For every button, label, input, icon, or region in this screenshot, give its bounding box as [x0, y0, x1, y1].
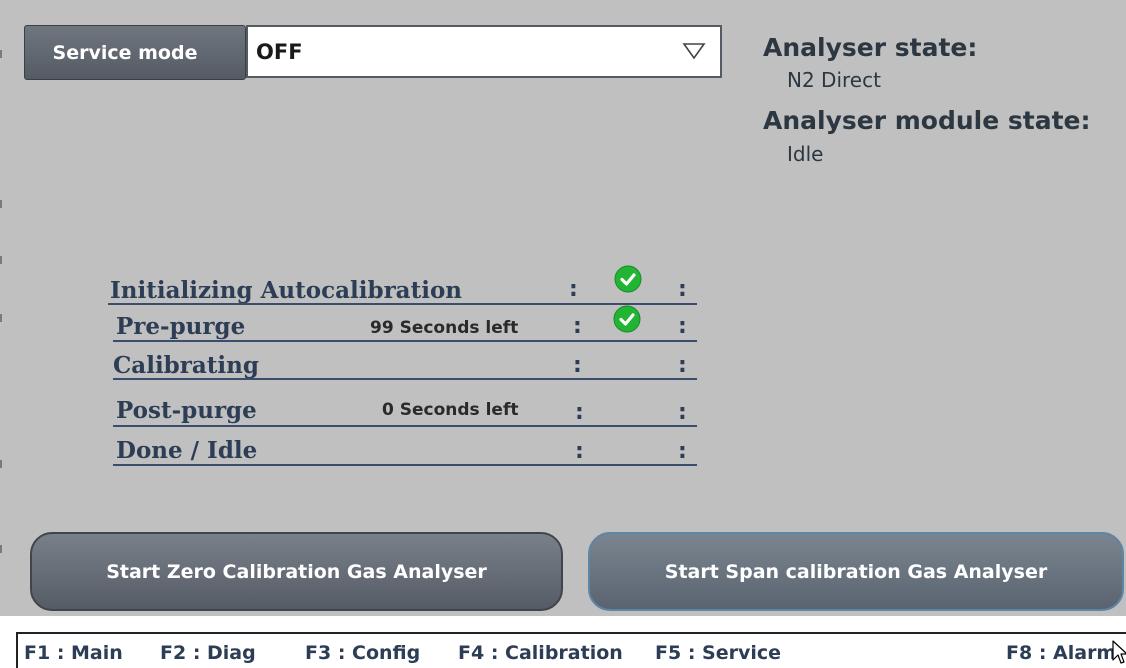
step-colon: : [573, 314, 582, 339]
start-span-calibration-button[interactable]: Start Span calibration Gas Analyser [588, 532, 1124, 611]
edge-mark [0, 545, 2, 553]
step-time-left: 0 Seconds left [382, 400, 519, 420]
step-label: Calibrating [113, 352, 259, 379]
step-underline [108, 303, 697, 305]
edge-mark [0, 256, 2, 264]
edge-mark [0, 460, 2, 468]
step-time-left: 99 Seconds left [370, 318, 519, 338]
function-bar-divider [16, 632, 18, 668]
mouse-pointer-icon [1112, 640, 1126, 664]
step-underline [113, 425, 697, 427]
step-label: Done / Idle [116, 437, 258, 464]
function-key-bar: F1 : Main F2 : Diag F3 : Config F4 : Cal… [0, 616, 1126, 668]
analyser-state-value: N2 Direct [787, 68, 881, 92]
step-label: Post-purge [116, 397, 257, 424]
step-colon: : [678, 314, 687, 339]
f2-diag-key[interactable]: F2 : Diag [160, 642, 256, 664]
step-label: Pre-purge [116, 313, 246, 340]
analyser-module-state-value: Idle [787, 142, 824, 166]
step-colon: : [678, 400, 687, 425]
function-bar-divider [16, 632, 1126, 634]
edge-mark [0, 314, 2, 322]
f1-main-key[interactable]: F1 : Main [24, 642, 123, 664]
step-underline [113, 378, 697, 380]
step-colon: : [569, 277, 578, 302]
check-circle-icon [613, 305, 641, 333]
hmi-screen: Service mode OFF Analyser state: N2 Dire… [0, 0, 1126, 616]
service-mode-value: OFF [256, 40, 303, 64]
check-circle-icon [614, 265, 642, 293]
f5-service-key[interactable]: F5 : Service [655, 642, 781, 664]
step-colon: : [575, 439, 584, 464]
edge-mark [0, 50, 2, 58]
step-underline [113, 340, 697, 342]
step-underline [113, 464, 697, 466]
step-colon: : [678, 353, 687, 378]
step-colon: : [678, 439, 687, 464]
analyser-state-title: Analyser state: [763, 33, 978, 62]
edge-mark [0, 200, 2, 208]
start-zero-calibration-button[interactable]: Start Zero Calibration Gas Analyser [30, 532, 563, 611]
step-colon: : [678, 277, 687, 302]
service-mode-label: Service mode [24, 25, 246, 80]
analyser-module-state-title: Analyser module state: [763, 106, 1091, 135]
f3-config-key[interactable]: F3 : Config [305, 642, 420, 664]
chevron-down-icon[interactable] [682, 41, 706, 61]
step-colon: : [573, 353, 582, 378]
service-mode-dropdown[interactable]: OFF [246, 25, 722, 78]
f4-calibration-key[interactable]: F4 : Calibration [458, 642, 623, 664]
step-label: Initializing Autocalibration [110, 277, 463, 304]
f8-alarm-key[interactable]: F8 : Alarm [1006, 642, 1116, 664]
step-colon: : [575, 400, 584, 425]
